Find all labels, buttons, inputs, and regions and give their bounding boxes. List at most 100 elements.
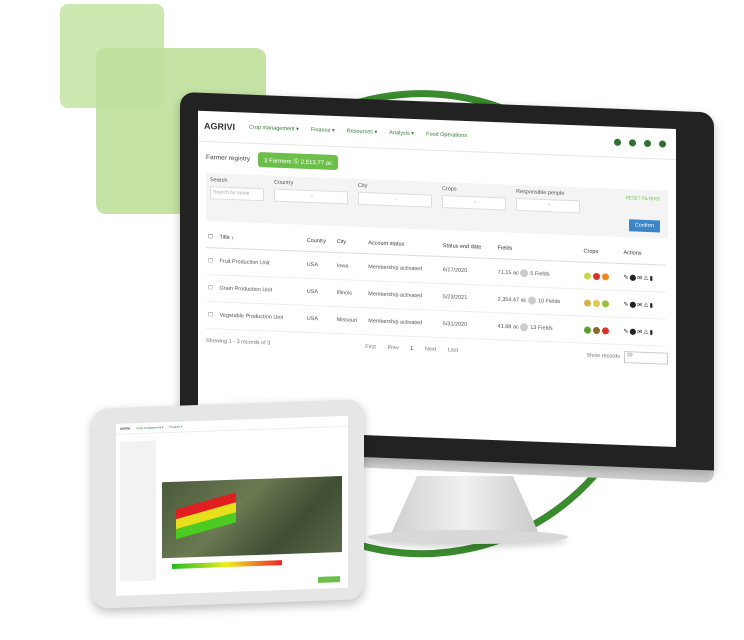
cell-date: 5/31/2020 (440, 310, 496, 340)
nav-analysis[interactable]: Analysis ▾ (389, 130, 414, 137)
row-checkbox[interactable]: ☐ (206, 247, 218, 275)
cell-field-count: 10 (537, 298, 545, 305)
reset-filters-link[interactable]: RESET FILTERS (626, 195, 660, 201)
calendar-icon[interactable] (629, 138, 636, 147)
tablet-nav-finance[interactable]: Finance ▾ (170, 425, 183, 429)
page-first[interactable]: First (365, 344, 376, 350)
cell-fields: 41.88 ac 13 Fields (495, 312, 582, 343)
cell-status: Membership activated (366, 307, 441, 338)
show-records-label: Show records (586, 352, 620, 360)
cell-title[interactable]: Fruit Production Unit (217, 247, 305, 279)
corn-icon (592, 299, 600, 307)
cell-fields: 71.15 ac 5 Fields (495, 258, 582, 289)
cell-crops (581, 288, 622, 318)
cell-crops (581, 315, 622, 345)
cell-unit: ac (512, 324, 519, 331)
country-select[interactable]: - (274, 188, 348, 205)
monitor-base (368, 530, 568, 544)
col-status-end-date[interactable]: Status end date (440, 236, 496, 259)
responsible-people-label: Responsible people (516, 188, 565, 197)
agrivi-logo: AGRIVI (204, 120, 236, 133)
responsible-people-select[interactable]: - (516, 197, 580, 214)
cell-status: Membership activated (366, 280, 441, 311)
map-legend-gradient (172, 560, 282, 569)
tablet-apply-button[interactable] (318, 576, 340, 583)
row-actions[interactable]: ✎⬤✉⚠▮ (621, 317, 666, 347)
nav-finance[interactable]: Finance ▾ (311, 127, 335, 134)
search-label: Search (210, 177, 228, 184)
pear-icon (583, 272, 591, 280)
select-all-checkbox[interactable]: ☐ (206, 226, 218, 248)
potato-icon (592, 326, 600, 334)
city-label: City (358, 182, 368, 190)
cell-fields-label: Fields (537, 325, 553, 332)
city-select[interactable]: - (358, 191, 432, 208)
col-city[interactable]: City (334, 231, 367, 254)
cell-city: Iowa (334, 252, 367, 281)
row-actions[interactable]: ✎⬤✉⚠▮ (621, 290, 666, 320)
bell-icon[interactable] (644, 139, 651, 147)
cell-country: USA (304, 278, 335, 307)
cell-status: Membership activated (366, 253, 441, 284)
tomato-icon (601, 326, 609, 334)
app-screen: AGRIVI Crop management ▾ Finance ▾ Resou… (198, 110, 676, 448)
tablet-nav: AGRIVI Crop management ▾ Finance ▾ (116, 415, 348, 435)
cell-date: 5/23/2021 (440, 283, 496, 313)
country-label: Country (274, 179, 294, 187)
cell-fields: 2,354.47 ac 10 Fields (495, 285, 582, 316)
page-title: Farmer registry (206, 153, 251, 163)
crops-select[interactable]: - (442, 195, 506, 211)
cell-fields-label: Fields (534, 271, 550, 278)
field-icon (520, 269, 529, 278)
nav-resources[interactable]: Resources ▾ (347, 128, 378, 135)
cell-city: Illinois (334, 279, 367, 308)
field-icon (527, 296, 536, 305)
cell-area: 41.88 (497, 323, 512, 331)
confirm-button[interactable]: Confirm (628, 219, 660, 233)
row-actions[interactable]: ✎⬤✉⚠▮ (621, 263, 666, 293)
nav-crop-management[interactable]: Crop management ▾ (249, 125, 299, 133)
summary-badge: 3 Farmers Ⓢ 2,513.77 ac (258, 151, 339, 171)
cell-title[interactable]: Grain Production Unit (217, 274, 305, 306)
orange-icon (601, 272, 609, 280)
farmer-table: ☐ Title ↓ Country City Account status St… (206, 226, 666, 347)
nav-food-operations[interactable]: Food Operations (426, 131, 467, 139)
cell-country: USA (304, 251, 335, 280)
row-checkbox[interactable]: ☐ (206, 274, 218, 302)
cell-unit: ac (520, 297, 527, 304)
col-country[interactable]: Country (304, 230, 335, 253)
cell-fields-label: Fields (545, 298, 561, 306)
cell-unit: ac (512, 270, 519, 277)
help-icon[interactable] (614, 138, 621, 146)
page-next[interactable]: Next (425, 346, 436, 352)
col-crops[interactable]: Crops (581, 241, 622, 264)
records-summary: Showing 1 - 3 records of 3 (206, 337, 271, 347)
cell-city: Missouri (334, 306, 367, 335)
barley-icon (601, 299, 609, 307)
crops-label: Crops (442, 186, 457, 193)
show-records-select[interactable]: 20 (624, 351, 668, 365)
tablet-nav-crop[interactable]: Crop management ▾ (136, 425, 163, 430)
cell-crops (581, 261, 622, 291)
cell-date: 6/17/2020 (440, 256, 496, 286)
cell-country: USA (304, 305, 335, 334)
tablet-screen: AGRIVI Crop management ▾ Finance ▾ (116, 415, 348, 596)
page-last[interactable]: Last (448, 347, 458, 353)
cell-field-count: 5 (530, 270, 534, 278)
page-current[interactable]: 1 (410, 346, 413, 352)
wheat-icon (583, 299, 591, 307)
row-checkbox[interactable]: ☐ (206, 301, 218, 329)
cabbage-icon (583, 326, 591, 334)
col-actions: Actions (621, 242, 666, 266)
col-account-status[interactable]: Account status (366, 233, 441, 257)
tablet-sidebar (120, 440, 156, 582)
page-prev[interactable]: Prev (387, 345, 398, 351)
field-icon (520, 323, 529, 332)
search-input[interactable]: Search by name (210, 186, 264, 202)
tablet-logo: AGRIVI (120, 426, 131, 431)
cell-area: 2,354.47 (497, 296, 520, 304)
cell-title[interactable]: Vegetable Production Unit (217, 301, 305, 333)
cell-area: 71.15 (497, 269, 512, 277)
cherry-icon (592, 272, 600, 280)
user-icon[interactable] (659, 139, 666, 148)
